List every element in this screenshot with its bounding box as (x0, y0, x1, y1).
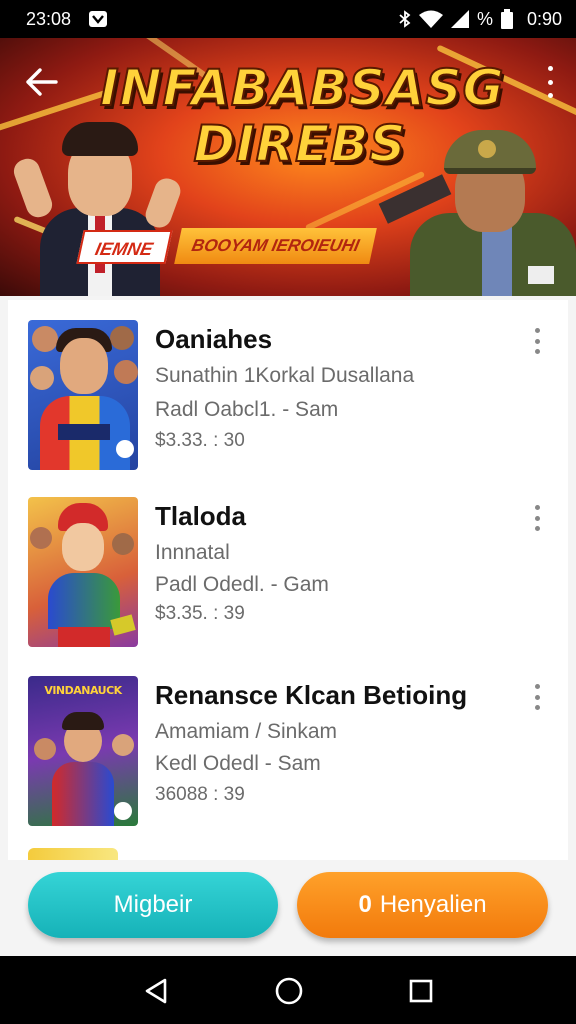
game-thumbnail (28, 320, 138, 470)
game-thumbnail: VINDANAUCK (28, 676, 138, 826)
game-meta: Radl Oabcl1. - Sam (155, 398, 339, 421)
primary-action-label: Migbeir (113, 891, 193, 918)
game-subtitle: Innnatal (155, 541, 230, 564)
nav-recents-icon[interactable] (409, 979, 433, 1003)
bluetooth-icon (399, 10, 411, 28)
game-meta: Kedl Odedl - Sam (155, 752, 321, 775)
back-button[interactable] (22, 62, 62, 102)
game-meta: Padl Odedl. - Gam (155, 573, 329, 596)
secondary-action-button[interactable]: 0 Henyalien (297, 872, 548, 938)
item-more-button[interactable] (532, 328, 542, 354)
battery-percent: % (476, 8, 493, 29)
banner-title: INFABABSASG DIREBS (99, 59, 505, 173)
game-list-card: Oaniahes Sunathin 1Korkal Dusallana Radl… (8, 300, 568, 860)
item-more-button[interactable] (532, 684, 542, 710)
list-item[interactable]: Tlaloda Innnatal Padl Odedl. - Gam $3.35… (8, 477, 568, 647)
game-price: $3.35. : 39 (155, 603, 245, 624)
battery-icon (500, 9, 513, 29)
item-more-button[interactable] (532, 505, 542, 531)
game-title: Tlaloda (155, 501, 247, 531)
game-title: Renansce Klcan Betioing (155, 680, 468, 710)
notification-icon (89, 11, 108, 27)
game-list-section: Oaniahes Sunathin 1Korkal Dusallana Radl… (0, 296, 576, 956)
nav-back-icon[interactable] (143, 977, 169, 1005)
signal-icon (450, 10, 469, 28)
game-subtitle: Sunathin 1Korkal Dusallana (155, 364, 415, 387)
game-title: Oaniahes (155, 324, 273, 354)
banner-tag-left: IEMNE (76, 230, 173, 264)
primary-action-button[interactable]: Migbeir (28, 872, 278, 938)
status-clock-right: 0:90 (526, 8, 562, 29)
secondary-action-icon: 0 (358, 891, 372, 918)
thumbnail-badge: VINDANAUCK (44, 684, 122, 697)
nav-home-icon[interactable] (274, 976, 304, 1006)
system-navigation-bar (0, 958, 576, 1024)
status-bar: 23:08 % 0:90 (0, 0, 576, 38)
game-price: $3.33. : 30 (155, 430, 245, 451)
overflow-menu-button[interactable] (544, 66, 556, 98)
status-time: 23:08 (26, 8, 72, 29)
list-item[interactable]: Oaniahes Sunathin 1Korkal Dusallana Radl… (8, 300, 568, 470)
hero-banner: INFABABSASG DIREBS IEMNE BOOYAM IEROIEUH… (0, 38, 576, 296)
secondary-action-label: Henyalien (379, 891, 487, 918)
banner-tag-right: BOOYAM IEROIEUHI (174, 228, 377, 264)
game-thumbnail (28, 497, 138, 647)
game-price: 36088 : 39 (155, 784, 245, 805)
game-subtitle: Amamiam / Sinkam (155, 720, 338, 743)
partial-thumbnail-peek (28, 848, 118, 860)
wifi-icon (418, 10, 443, 28)
back-arrow-icon (26, 68, 58, 96)
list-item[interactable]: VINDANAUCK Renansce Klcan Betioing Amami… (8, 656, 568, 826)
